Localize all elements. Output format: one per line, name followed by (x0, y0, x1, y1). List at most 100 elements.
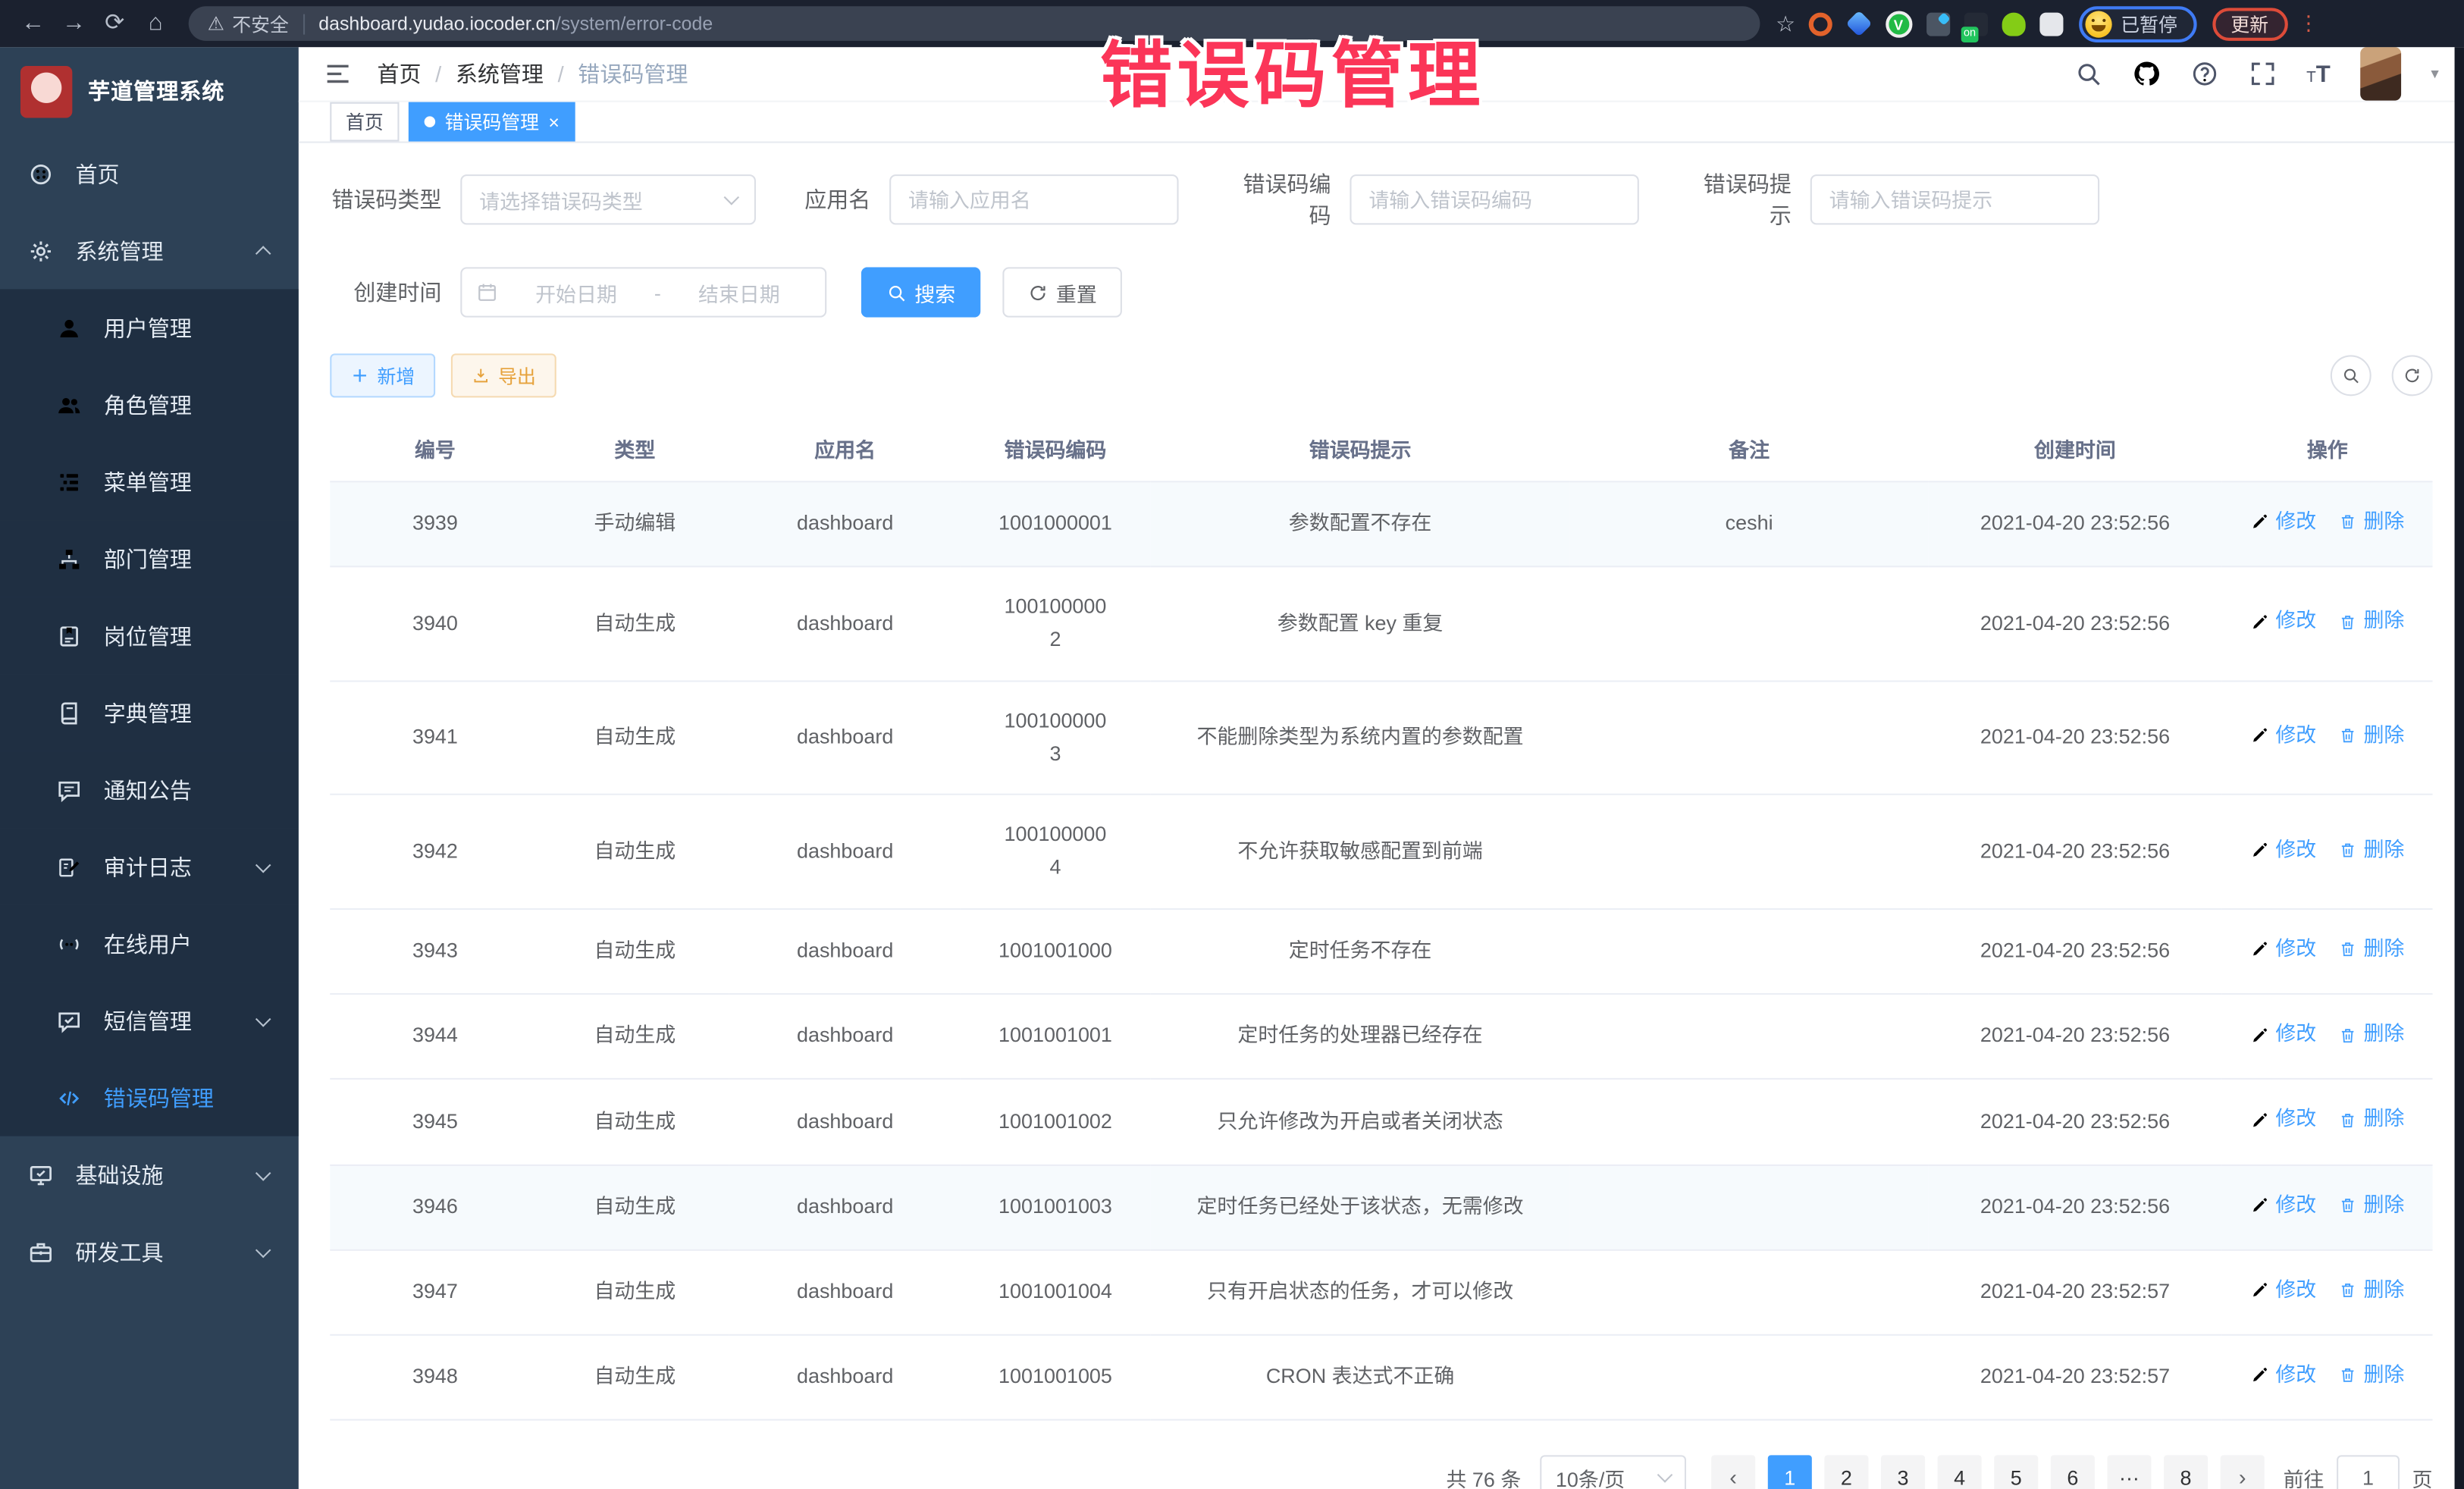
sidebar-item-tool[interactable]: 研发工具 (0, 1213, 299, 1290)
edit-link[interactable]: 修改 (2250, 1104, 2316, 1136)
edit-link[interactable]: 修改 (2250, 933, 2316, 966)
sidebar-item-post[interactable]: 岗位管理 (0, 597, 299, 675)
edit-link[interactable]: 修改 (2250, 1189, 2316, 1221)
page-button-4[interactable]: 4 (1938, 1456, 1982, 1489)
reset-button[interactable]: 重置 (1002, 267, 1122, 317)
error-type-label: 错误码类型 (330, 184, 460, 215)
error-type-select[interactable]: 请选择错误码类型 (460, 174, 756, 224)
table-row: 3941自动生成dashboard1001000003不能删除类型为系统内置的参… (330, 681, 2432, 795)
app-name-input[interactable] (889, 174, 1178, 224)
bookmark-star-icon[interactable]: ☆ (1776, 10, 1795, 36)
page-size-select[interactable]: 10条/页 (1540, 1456, 1686, 1489)
delete-link[interactable]: 删除 (2338, 719, 2404, 752)
sidebar-item-dashboard[interactable]: 首页 (0, 135, 299, 212)
filter-error-code: 错误码编码 (1226, 168, 1639, 231)
header-search-icon[interactable] (2074, 60, 2102, 88)
github-icon[interactable] (2132, 60, 2160, 88)
address-bar[interactable]: ⚠ 不安全 dashboard.yudao.iocoder.cn/system/… (189, 6, 1760, 41)
sidebar-item-online[interactable]: 在线用户 (0, 905, 299, 983)
browser-home-icon[interactable]: ⌂ (135, 0, 176, 47)
edit-link[interactable]: 修改 (2250, 719, 2316, 752)
edit-link[interactable]: 修改 (2250, 1274, 2316, 1306)
page-button-1[interactable]: 1 (1768, 1456, 1812, 1489)
next-page-button[interactable]: › (2221, 1456, 2265, 1489)
sidebar-item-log[interactable]: 审计日志 (0, 828, 299, 905)
edit-link[interactable]: 修改 (2250, 1359, 2316, 1392)
extension-icon-gem[interactable] (1845, 11, 1872, 37)
edit-link[interactable]: 修改 (2250, 606, 2316, 638)
browser-update-button[interactable]: 更新 (2212, 7, 2287, 40)
delete-link[interactable]: 删除 (2338, 1189, 2404, 1221)
delete-link[interactable]: 删除 (2338, 834, 2404, 867)
close-tab-icon[interactable]: × (548, 112, 560, 131)
browser-reload-icon[interactable]: ⟳ (94, 0, 135, 47)
delete-link[interactable]: 删除 (2338, 1274, 2404, 1306)
delete-link[interactable]: 删除 (2338, 933, 2404, 966)
time-cell: 2021-04-20 23:52:56 (1928, 795, 2222, 909)
profile-paused-badge[interactable]: 已暂停 (2078, 5, 2196, 42)
error-code-input[interactable] (1350, 174, 1638, 224)
goto-page-input[interactable] (2337, 1456, 2400, 1489)
breadcrumb-item[interactable]: 系统管理 (456, 58, 544, 89)
sms-icon (55, 1007, 83, 1035)
avatar-caret-down-icon[interactable]: ▾ (2431, 65, 2438, 83)
extension-icon-green[interactable] (2002, 12, 2025, 36)
column-header: 编号 (330, 418, 540, 481)
sidebar-item-monitor[interactable]: 基础设施 (0, 1136, 299, 1214)
delete-link[interactable]: 删除 (2338, 506, 2404, 538)
tab-0[interactable]: 首页 (330, 102, 399, 142)
delete-link[interactable]: 删除 (2338, 1104, 2404, 1136)
sidebar-item-sms[interactable]: 短信管理 (0, 982, 299, 1059)
delete-link[interactable]: 删除 (2338, 1018, 2404, 1051)
prev-page-button[interactable]: ‹ (1711, 1456, 1755, 1489)
edit-link[interactable]: 修改 (2250, 506, 2316, 538)
browser-forward-icon[interactable]: → (53, 0, 94, 47)
extension-icon-proxy-on[interactable] (1964, 12, 1987, 36)
show-search-toggle-button[interactable] (2331, 355, 2372, 396)
page-button-5[interactable]: 5 (1994, 1456, 2038, 1489)
sidebar-item-menu[interactable]: 菜单管理 (0, 444, 299, 521)
add-button[interactable]: 新增 (330, 353, 435, 397)
extensions-puzzle-icon[interactable] (2039, 12, 2062, 36)
update-button-label: 更新 (2230, 10, 2268, 36)
sidebar-item-users[interactable]: 角色管理 (0, 366, 299, 444)
window-scrollbar[interactable] (2455, 47, 2464, 1489)
sidebar-item-code[interactable]: 错误码管理 (0, 1059, 299, 1136)
page-button-8[interactable]: 8 (2164, 1456, 2208, 1489)
hamburger-icon[interactable] (324, 60, 352, 88)
edit-link[interactable]: 修改 (2250, 834, 2316, 867)
refresh-table-button[interactable] (2392, 355, 2433, 396)
page-content: 错误码类型 请选择错误码类型 应用名 错误码编码 (299, 143, 2464, 1489)
sidebar-item-label: 部门管理 (104, 543, 192, 574)
error-hint-input[interactable] (1810, 174, 2099, 224)
sidebar-item-gear[interactable]: 系统管理 (0, 212, 299, 290)
font-size-icon[interactable]: TT (2306, 62, 2331, 86)
extension-icon-grid[interactable] (1926, 12, 1949, 36)
extension-icon-ring[interactable] (1808, 12, 1832, 36)
breadcrumb-item[interactable]: 首页 (377, 58, 421, 89)
edit-link[interactable]: 修改 (2250, 1018, 2316, 1051)
page-button-2[interactable]: 2 (1824, 1456, 1868, 1489)
page-button-6[interactable]: 6 (2051, 1456, 2095, 1489)
delete-link[interactable]: 删除 (2338, 1359, 2404, 1392)
browser-menu-kebab-icon[interactable]: ⋮ (2299, 11, 2319, 36)
tab-active[interactable]: 错误码管理× (409, 102, 575, 142)
sidebar-item-user[interactable]: 用户管理 (0, 289, 299, 366)
extension-icon-vue-devtools[interactable]: V (1885, 10, 1911, 36)
search-button[interactable]: 搜索 (861, 267, 981, 317)
column-header: 错误码提示 (1150, 418, 1571, 481)
export-button[interactable]: 导出 (451, 353, 556, 397)
table-header-row: 编号类型应用名错误码编码错误码提示备注创建时间操作 (330, 418, 2432, 481)
gear-icon (27, 237, 55, 265)
sidebar-item-dict[interactable]: 字典管理 (0, 674, 299, 751)
delete-link[interactable]: 删除 (2338, 606, 2404, 638)
page-button-3[interactable]: 3 (1881, 1456, 1925, 1489)
id-cell: 3939 (330, 481, 540, 566)
sidebar-item-org[interactable]: 部门管理 (0, 520, 299, 597)
sidebar-item-notice[interactable]: 通知公告 (0, 751, 299, 829)
user-avatar[interactable] (2360, 47, 2401, 100)
docs-help-icon[interactable] (2190, 60, 2218, 88)
date-range-picker[interactable]: 开始日期 - 结束日期 (460, 267, 826, 317)
fullscreen-icon[interactable] (2248, 60, 2276, 88)
browser-back-icon[interactable]: ← (13, 0, 54, 47)
